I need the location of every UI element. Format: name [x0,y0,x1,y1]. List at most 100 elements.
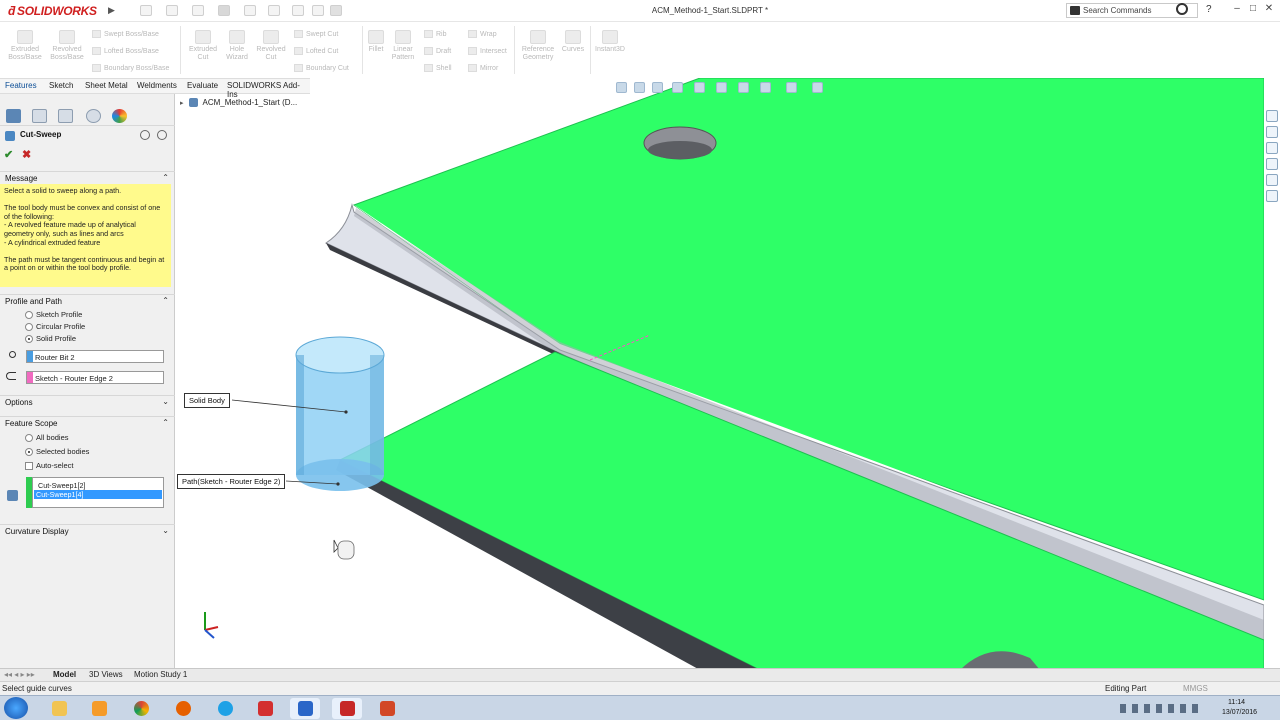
tray-icons[interactable] [1120,704,1200,713]
selected-bodies-list[interactable]: Cut-Sweep1[2] Cut-Sweep1[4] [32,477,164,508]
profile-selection-field[interactable]: Router Bit 2 [26,350,164,363]
callout-solid-body[interactable]: Solid Body [184,393,230,408]
view-orientation-icon[interactable] [694,82,705,93]
apply-scene-icon[interactable] [786,82,797,93]
tab-sketch[interactable]: Sketch [46,81,76,90]
instant3d-button[interactable]: Instant3D [592,30,628,54]
maximize-button[interactable]: □ [1246,3,1260,17]
boundary-boss-button[interactable]: Boundary Boss/Base [92,64,169,72]
hole-wizard-button[interactable]: Hole Wizard [218,30,256,62]
linear-pattern-button[interactable]: Linear Pattern [388,30,418,62]
curvature-display-section-header[interactable]: Curvature Display ⌄ [0,524,175,538]
graphics-area[interactable] [176,78,1264,670]
file-explorer-icon[interactable] [1266,142,1278,154]
chevron-up-icon[interactable]: ⌃ [162,296,169,305]
solidworks-logo[interactable]: ƌ SOLIDWORKS [8,4,97,18]
ok-button[interactable]: ✔ [4,148,13,161]
profile-path-section-header[interactable]: Profile and Path ⌃ [0,294,175,308]
dimxpert-manager-tab-icon[interactable] [86,109,101,123]
print-icon[interactable] [218,5,230,16]
zoom-to-area-icon[interactable] [634,82,645,93]
tree-expand-arrow-icon[interactable]: ▸ [180,100,184,107]
radio-all-bodies[interactable]: All bodies [25,433,69,443]
feature-scope-section-header[interactable]: Feature Scope ⌃ [0,416,175,430]
radio-circular-profile[interactable]: Circular Profile [25,322,85,332]
file-properties-icon[interactable] [312,5,324,16]
list-item[interactable]: Cut-Sweep1[2] [36,481,88,490]
radio-icon[interactable] [25,311,33,320]
design-library-icon[interactable] [1266,126,1278,138]
curves-button[interactable]: Curves [560,30,586,54]
boundary-cut-button[interactable]: Boundary Cut [294,64,349,72]
swept-boss-button[interactable]: Swept Boss/Base [92,30,159,38]
revolved-boss-button[interactable]: Revolved Boss/Base [46,30,88,62]
help-icon[interactable]: ? [1206,4,1212,15]
list-item-selected[interactable]: Cut-Sweep1[4] [34,490,162,499]
auto-select-checkbox[interactable]: Auto-select [25,461,74,471]
extruded-cut-button[interactable]: Extruded Cut [184,30,222,62]
section-view-icon[interactable] [672,82,683,93]
status-units[interactable]: MMGS [1183,684,1208,693]
previous-view-icon[interactable] [652,82,663,93]
radio-icon[interactable] [25,335,33,344]
revolved-cut-button[interactable]: Revolved Cut [252,30,290,62]
hide-show-items-icon[interactable] [738,82,749,93]
chrome-app[interactable] [126,698,156,719]
undo-icon[interactable] [244,5,256,16]
custom-properties-icon[interactable] [1266,190,1278,202]
search-magnifier-icon[interactable] [1176,3,1188,15]
mirror-button[interactable]: Mirror [468,64,498,72]
shell-button[interactable]: Shell [424,64,452,72]
display-style-icon[interactable] [716,82,727,93]
radio-icon[interactable] [25,448,33,457]
tab-weldments[interactable]: Weldments [134,81,180,90]
lofted-cut-button[interactable]: Lofted Cut [294,47,338,55]
detailed-preview-icon[interactable] [140,130,150,140]
chevron-down-icon[interactable]: ⌄ [162,526,169,535]
ie-app[interactable] [210,698,240,719]
minimize-button[interactable]: – [1230,3,1244,17]
path-selection-field[interactable]: Sketch - Router Edge 2 [26,371,164,384]
clock-date[interactable]: 13/07/2016 [1222,709,1257,716]
explorer-app[interactable] [44,698,74,719]
tab-scroll-arrows-icon[interactable]: ◂◂ ◂ ▸ ▸▸ [4,670,35,679]
tab-features[interactable]: Features [2,81,40,90]
firefox-app[interactable] [168,698,198,719]
checkbox-icon[interactable] [25,462,33,471]
save-icon[interactable] [192,5,204,16]
close-button[interactable]: ✕ [1262,3,1276,17]
start-orb-icon[interactable] [4,697,28,719]
reference-geometry-button[interactable]: Reference Geometry [516,30,560,62]
configuration-manager-tab-icon[interactable] [58,109,73,123]
options-gear-icon[interactable] [330,5,342,16]
cancel-button[interactable]: ✖ [22,148,31,161]
model-view[interactable] [176,78,1264,670]
chevron-up-icon[interactable]: ⌃ [162,173,169,182]
message-section-header[interactable]: Message ⌃ [0,171,175,185]
open-document-icon[interactable] [166,5,178,16]
zoom-to-fit-icon[interactable] [616,82,627,93]
chevron-up-icon[interactable]: ⌃ [162,418,169,427]
callout-path[interactable]: Path(Sketch - Router Edge 2) [177,474,286,489]
menu-expand-arrow-icon[interactable]: ▶ [108,5,115,16]
intersect-button[interactable]: Intersect [468,47,507,55]
rib-button[interactable]: Rib [424,30,447,38]
edit-appearance-icon[interactable] [760,82,771,93]
display-manager-tab-icon[interactable] [112,109,127,123]
feature-manager-tab-icon[interactable] [6,109,21,123]
select-icon[interactable] [268,5,280,16]
wrap-button[interactable]: Wrap [468,30,497,38]
chevron-down-icon[interactable]: ⌄ [162,397,169,406]
clock-time[interactable]: 11:14 [1228,699,1245,706]
lofted-boss-button[interactable]: Lofted Boss/Base [92,47,159,55]
property-manager-tab-icon[interactable] [32,109,47,123]
radio-selected-bodies[interactable]: Selected bodies [25,447,89,457]
options-section-header[interactable]: Options ⌄ [0,395,175,409]
view-palette-icon[interactable] [1266,158,1278,170]
radio-sketch-profile[interactable]: Sketch Profile [25,310,82,320]
new-document-icon[interactable] [140,5,152,16]
feature-tree-root[interactable]: ▸ ACM_Method-1_Start (D... [180,98,297,108]
swept-cut-button[interactable]: Swept Cut [294,30,338,38]
tab-sheet-metal[interactable]: Sheet Metal [82,81,131,90]
radio-solid-profile[interactable]: Solid Profile [25,334,76,344]
